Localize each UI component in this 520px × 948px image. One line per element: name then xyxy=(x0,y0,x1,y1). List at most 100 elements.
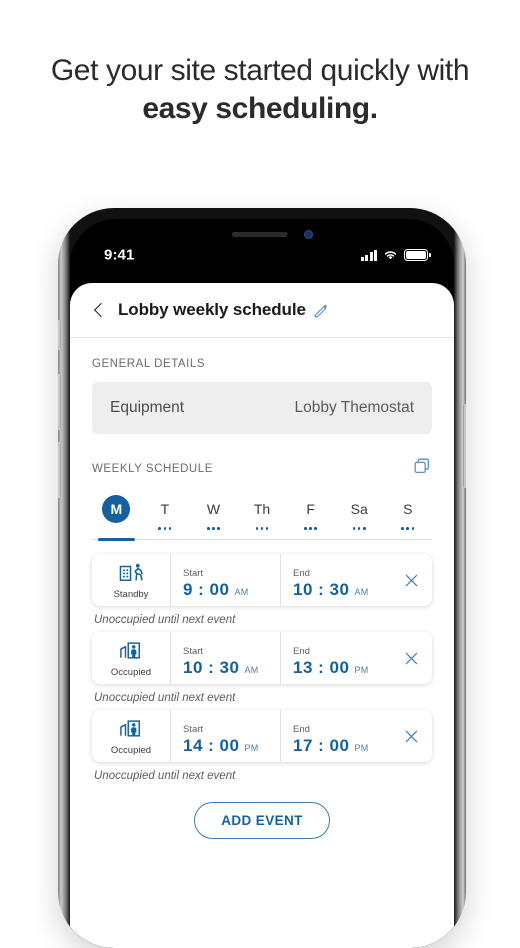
event-end[interactable]: End 17 : 00 PM xyxy=(280,710,390,762)
close-x-icon[interactable] xyxy=(390,632,432,684)
event-end-meridiem: PM xyxy=(354,742,369,753)
general-details-section: GENERAL DETAILS Equipment Lobby Themosta… xyxy=(70,338,454,434)
status-bar-time: 9:41 xyxy=(104,246,135,264)
phone-power-button[interactable] xyxy=(463,404,466,488)
phone-mockup: 9:41 Lobby weekly schedule GENERAL DETAI… xyxy=(58,208,466,948)
phone-volume-down-button[interactable] xyxy=(58,442,61,498)
weekly-schedule-label: WEEKLY SCHEDULE xyxy=(92,462,213,475)
status-bar-indicators xyxy=(360,249,431,261)
app-header: Lobby weekly schedule xyxy=(70,283,454,338)
phone-mute-switch[interactable] xyxy=(58,320,61,350)
event-note: Unoccupied until next event xyxy=(94,614,236,626)
day-events-dots xyxy=(207,527,220,531)
day-events-dots xyxy=(352,527,366,531)
day-tab-m[interactable]: M xyxy=(92,495,141,541)
building-person-inside-icon xyxy=(118,639,144,666)
day-tab-s[interactable]: S xyxy=(383,495,432,539)
event-end-time: 13 : 00 xyxy=(293,657,350,677)
status-bar: 9:41 xyxy=(70,219,454,283)
front-camera-icon xyxy=(304,230,313,239)
event-card[interactable]: Occupied Start 10 : 30 AM End 13: 00 PM xyxy=(92,632,432,684)
day-tab-label: Sa xyxy=(350,501,368,517)
pencil-edit-icon[interactable] xyxy=(314,303,329,318)
equipment-field-value: Lobby Themostat xyxy=(294,399,414,416)
event-start-label: Start xyxy=(183,645,204,657)
add-event-wrap: ADD EVENT xyxy=(92,788,432,839)
event-mode-label: Standby xyxy=(113,588,149,600)
phone-notch xyxy=(178,219,346,245)
event-start[interactable]: Start 9 : 00 AM xyxy=(170,554,280,606)
event-card[interactable]: Occupied Start 14 : 00 PM End 17: 00 PM xyxy=(92,710,432,762)
app-title: Lobby weekly schedule xyxy=(118,300,306,319)
event-block: Occupied Start 14 : 00 PM End 17: 00 PM… xyxy=(92,710,432,782)
day-events-dots xyxy=(158,527,172,531)
general-details-label: GENERAL DETAILS xyxy=(92,358,206,370)
earpiece-speaker-icon xyxy=(231,232,288,237)
cellular-signal-icon xyxy=(360,249,377,261)
event-end-meridiem: PM xyxy=(354,664,369,675)
building-person-inside-icon xyxy=(118,717,144,744)
add-event-button[interactable]: ADD EVENT xyxy=(194,802,330,839)
event-end-meridiem: AM xyxy=(354,586,369,597)
weekly-schedule-header: WEEKLY SCHEDULE xyxy=(92,456,432,481)
event-end-time: 17 : 00 xyxy=(293,735,350,755)
event-card[interactable]: Standby Start 9 : 00 AM End 10: 30 AM xyxy=(92,554,432,606)
day-tab-f[interactable]: F xyxy=(286,495,335,539)
day-tab-label: Th xyxy=(253,501,271,517)
event-start-meridiem: PM xyxy=(244,742,259,753)
app-screen: Lobby weekly schedule GENERAL DETAILS Eq… xyxy=(70,283,454,948)
event-mode[interactable]: Occupied xyxy=(92,632,170,684)
event-start[interactable]: Start 10 : 30 AM xyxy=(170,632,280,684)
day-tab-th[interactable]: Th xyxy=(238,495,287,539)
headline-line-2: easy scheduling. xyxy=(142,92,378,125)
day-tab-label: T xyxy=(160,501,170,517)
day-tab-label: S xyxy=(403,501,413,517)
day-events-dots xyxy=(255,527,269,531)
event-start-label: Start xyxy=(183,723,204,735)
day-events-dots xyxy=(401,527,415,531)
day-events-dots xyxy=(304,527,317,531)
day-tab-w[interactable]: W xyxy=(189,495,238,539)
event-mode[interactable]: Occupied xyxy=(92,710,170,762)
event-note: Unoccupied until next event xyxy=(94,770,236,782)
day-tab-label: M xyxy=(102,495,131,523)
weekly-schedule-section: WEEKLY SCHEDULE M T W Th F Sa S xyxy=(70,434,454,541)
day-tabs: M T W Th F Sa S xyxy=(92,495,432,541)
event-end[interactable]: End 13 : 00 PM xyxy=(280,632,390,684)
day-tab-sa[interactable]: Sa xyxy=(335,495,384,539)
event-start-meridiem: AM xyxy=(234,586,249,597)
headline-line-1: Get your site started quickly with xyxy=(50,54,470,87)
phone-screen: 9:41 Lobby weekly schedule GENERAL DETAI… xyxy=(70,219,454,948)
event-mode[interactable]: Standby xyxy=(92,554,170,606)
event-block: Occupied Start 10 : 30 AM End 13: 00 PM… xyxy=(92,632,432,704)
event-end-label: End xyxy=(293,567,310,579)
event-start-time: 10 : 30 xyxy=(183,657,240,677)
event-start-time: 14 : 00 xyxy=(183,735,240,755)
wifi-icon xyxy=(384,251,397,260)
event-note: Unoccupied until next event xyxy=(94,692,236,704)
event-start[interactable]: Start 14 : 00 PM xyxy=(170,710,280,762)
event-start-label: Start xyxy=(183,567,204,579)
phone-volume-up-button[interactable] xyxy=(58,374,61,430)
page-title: Get your site started quickly with easy … xyxy=(0,52,520,128)
close-x-icon[interactable] xyxy=(390,554,432,606)
event-mode-label: Occupied xyxy=(110,744,152,756)
day-tab-label: W xyxy=(206,501,221,517)
close-x-icon[interactable] xyxy=(390,710,432,762)
event-start-meridiem: AM xyxy=(244,664,259,675)
back-chevron-icon[interactable] xyxy=(90,301,108,319)
day-tab-t[interactable]: T xyxy=(141,495,190,539)
event-mode-label: Occupied xyxy=(110,666,152,678)
battery-full-icon xyxy=(404,249,431,261)
event-end-label: End xyxy=(293,645,310,657)
equipment-field[interactable]: Equipment Lobby Themostat xyxy=(92,382,432,434)
equipment-field-label: Equipment xyxy=(110,399,185,416)
event-block: Standby Start 9 : 00 AM End 10: 30 AM U… xyxy=(92,554,432,626)
event-end-label: End xyxy=(293,723,310,735)
building-person-leaving-icon xyxy=(118,561,144,588)
event-end[interactable]: End 10 : 30 AM xyxy=(280,554,390,606)
event-list: Standby Start 9 : 00 AM End 10: 30 AM U… xyxy=(70,540,454,839)
event-end-time: 10 : 30 xyxy=(293,579,350,599)
day-tab-label: F xyxy=(306,501,315,517)
copy-duplicate-icon[interactable] xyxy=(412,456,432,481)
